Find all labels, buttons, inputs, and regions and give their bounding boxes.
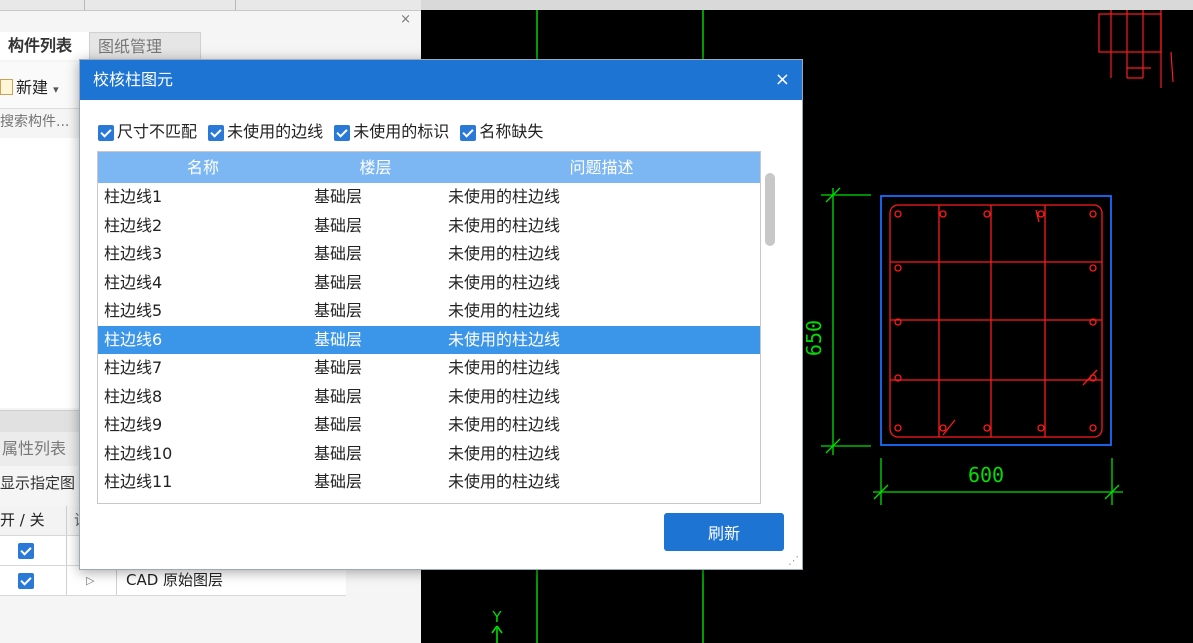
- filter-bar: 尺寸不匹配 未使用的边线 未使用的标识 名称缺失: [98, 118, 549, 142]
- cell-name: 柱边线7: [104, 358, 163, 377]
- panel-tabs: 构件列表 图纸管理: [0, 32, 421, 61]
- column-header-description[interactable]: 问题描述: [443, 152, 760, 183]
- filter-label: 名称缺失: [479, 122, 544, 141]
- cell-description: 未使用的柱边线: [448, 329, 561, 349]
- cell-name: 柱边线1: [104, 187, 163, 206]
- dimension-vertical: [821, 187, 871, 455]
- table-header: 名称 楼层 问题描述: [98, 152, 760, 183]
- cell-description: 未使用的柱边线: [448, 301, 561, 320]
- table-row[interactable]: 柱边线2 基础层 未使用的柱边线: [98, 212, 760, 241]
- table-row[interactable]: 柱边线7 基础层 未使用的柱边线: [98, 354, 760, 383]
- table-row[interactable]: 柱边线8 基础层 未使用的柱边线: [98, 383, 760, 412]
- cell-name: 柱边线8: [104, 386, 163, 406]
- cell-floor: 基础层: [314, 244, 363, 263]
- chevron-down-icon[interactable]: ▾: [53, 83, 59, 96]
- cell-description: 未使用的柱边线: [448, 415, 561, 434]
- expand-arrow-icon[interactable]: ▷: [86, 566, 94, 595]
- checkbox-icon[interactable]: [208, 124, 225, 141]
- cell-description: 未使用的柱边线: [448, 244, 561, 263]
- table-row[interactable]: 柱边线3 基础层 未使用的柱边线: [98, 240, 760, 269]
- table-row[interactable]: 柱边线1 基础层 未使用的柱边线: [98, 183, 760, 212]
- dimension-horizontal-label: 600: [968, 463, 1004, 487]
- filter-unused-marks[interactable]: 未使用的标识: [334, 118, 449, 142]
- rebar-detail-fragment: [1098, 10, 1174, 88]
- search-input[interactable]: [0, 110, 80, 134]
- y-axis-label: Y: [491, 608, 502, 626]
- cell-name: 柱边线9: [104, 415, 163, 434]
- layer-visible-checkbox[interactable]: [18, 542, 34, 559]
- column-header-name[interactable]: 名称: [98, 152, 308, 183]
- checkbox-icon[interactable]: [334, 124, 351, 141]
- toggle-column-header: 开 / 关: [0, 511, 45, 529]
- dialog-title: 校核柱图元: [93, 70, 174, 89]
- cell-name: 柱边线5: [104, 301, 163, 320]
- cell-description: 未使用的柱边线: [448, 472, 561, 491]
- checkbox-icon[interactable]: [460, 124, 477, 141]
- cell-description: 未使用的柱边线: [448, 272, 561, 292]
- scrollbar-thumb[interactable]: [765, 173, 775, 246]
- column-rebar: [889, 204, 1103, 438]
- dialog-titlebar[interactable]: 校核柱图元 ×: [80, 60, 802, 100]
- y-axis-arrow: [491, 625, 503, 643]
- top-toolbar-strip: [0, 0, 421, 11]
- cell-floor: 基础层: [314, 443, 363, 463]
- filter-size-mismatch[interactable]: 尺寸不匹配: [98, 118, 197, 142]
- cell-description: 未使用的柱边线: [448, 443, 561, 463]
- cell-floor: 基础层: [314, 329, 363, 349]
- cell-floor: 基础层: [314, 358, 363, 377]
- new-document-icon: [0, 79, 13, 95]
- cell-floor: 基础层: [314, 415, 363, 434]
- checkbox-icon[interactable]: [98, 124, 114, 141]
- new-button-label: 新建: [16, 78, 49, 97]
- tab-component-list[interactable]: 构件列表: [0, 32, 97, 60]
- cell-description: 未使用的柱边线: [448, 386, 561, 406]
- layer-row[interactable]: ▷ CAD 原始图层: [0, 566, 346, 596]
- cell-name: 柱边线4: [104, 272, 163, 292]
- cell-description: 未使用的柱边线: [448, 358, 561, 377]
- panel-close-icon[interactable]: ×: [400, 12, 411, 27]
- table-row[interactable]: 柱边线6 基础层 未使用的柱边线: [98, 325, 760, 354]
- cell-name: 柱边线6: [104, 329, 163, 349]
- dimension-vertical-label: 650: [802, 320, 826, 356]
- cell-name: 柱边线2: [104, 215, 163, 235]
- check-column-dialog: 校核柱图元 × 尺寸不匹配 未使用的边线 未使用的标识 名称缺失 名称 楼层 问…: [79, 59, 803, 570]
- new-button[interactable]: 新建 ▾: [0, 74, 59, 98]
- filter-label: 尺寸不匹配: [117, 122, 198, 141]
- table-row[interactable]: 柱边线11 基础层 未使用的柱边线: [98, 468, 760, 497]
- cell-name: 柱边线10: [104, 443, 173, 463]
- table-row[interactable]: 柱边线9 基础层 未使用的柱边线: [98, 411, 760, 440]
- filter-label: 未使用的边线: [227, 122, 324, 141]
- cell-floor: 基础层: [314, 272, 363, 292]
- filter-label: 未使用的标识: [353, 122, 450, 141]
- cell-description: 未使用的柱边线: [448, 187, 561, 206]
- layer-visible-checkbox[interactable]: [18, 572, 34, 589]
- show-specified-label[interactable]: 显示指定图: [0, 472, 75, 493]
- cell-floor: 基础层: [314, 215, 363, 235]
- table-row[interactable]: 柱边线5 基础层 未使用的柱边线: [98, 297, 760, 326]
- cell-floor: 基础层: [314, 386, 363, 406]
- cell-description: 未使用的柱边线: [448, 215, 561, 235]
- cell-floor: 基础层: [314, 301, 363, 320]
- cell-name: 柱边线11: [104, 472, 173, 491]
- filter-missing-name[interactable]: 名称缺失: [460, 118, 543, 142]
- scrollbar[interactable]: [759, 151, 781, 502]
- close-icon[interactable]: ×: [775, 60, 790, 100]
- tab-drawing-management[interactable]: 图纸管理: [89, 32, 201, 61]
- table-row[interactable]: 柱边线10 基础层 未使用的柱边线: [98, 440, 760, 469]
- cell-floor: 基础层: [314, 187, 363, 206]
- layer-name: CAD 原始图层: [126, 571, 224, 589]
- issue-table: 名称 楼层 问题描述 柱边线1 基础层 未使用的柱边线 柱边线2 基础层 未使用的柱边线柱…: [97, 151, 761, 504]
- table-body: 柱边线1 基础层 未使用的柱边线 柱边线2 基础层 未使用的柱边线 柱边线3 基础层 未使用的柱…: [98, 183, 760, 497]
- cell-floor: 基础层: [314, 472, 363, 491]
- cell-name: 柱边线3: [104, 244, 163, 263]
- filter-unused-edges[interactable]: 未使用的边线: [208, 118, 323, 142]
- table-row[interactable]: 柱边线4 基础层 未使用的柱边线: [98, 269, 760, 298]
- refresh-button[interactable]: 刷新: [664, 513, 784, 551]
- resize-grip-icon[interactable]: ⋰: [788, 554, 799, 567]
- column-header-floor[interactable]: 楼层: [308, 152, 443, 183]
- tab-property-list[interactable]: 属性列表: [0, 432, 80, 466]
